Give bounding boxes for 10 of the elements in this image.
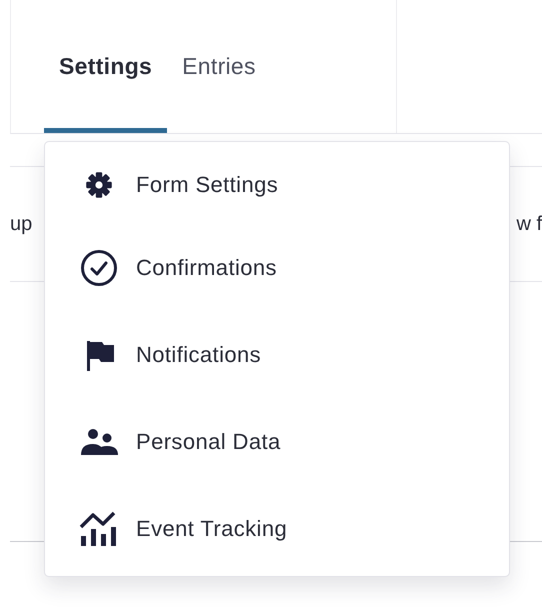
toolbar-text: w f	[516, 212, 542, 236]
tab[interactable]: Entries	[167, 0, 271, 133]
menu-item[interactable]: Personal Data	[45, 422, 509, 462]
menu-item[interactable]: Confirmations	[45, 248, 509, 288]
menu-item[interactable]: Event Tracking	[45, 508, 509, 549]
menu-item[interactable]: Form Settings	[45, 169, 509, 202]
tab[interactable]: Settings	[44, 0, 168, 133]
menu-item[interactable]: Notifications	[45, 334, 509, 375]
check-circle-icon	[79, 248, 119, 288]
toolbar-text: up	[10, 212, 32, 236]
